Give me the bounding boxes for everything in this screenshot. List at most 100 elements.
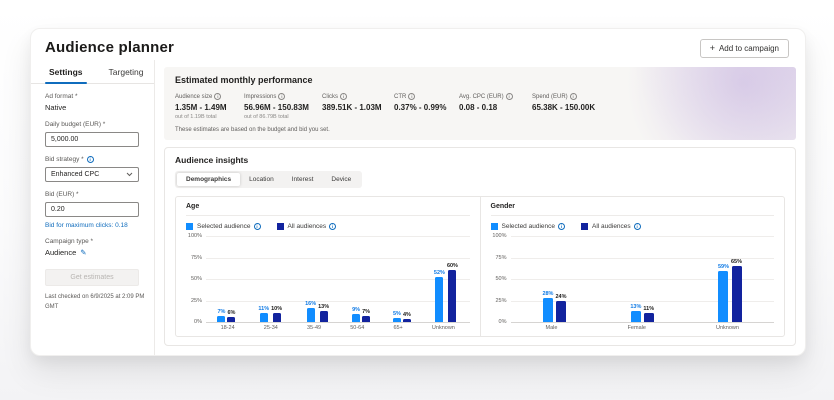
bid-strategy-label: Bid strategy * i (45, 156, 154, 163)
bid-label: Bid (EUR) * (45, 191, 154, 198)
y-tick: 25% (191, 298, 202, 304)
bar-value-label: 7% (362, 309, 370, 315)
info-icon[interactable]: i (87, 156, 94, 163)
legend-swatch-icon (277, 223, 284, 230)
insights-tabbar: Demographics Location Interest Device (175, 171, 362, 188)
y-axis: 100%75%50%25%0% (186, 236, 206, 322)
bar (362, 316, 370, 322)
bar (393, 318, 401, 322)
tab-device[interactable]: Device (322, 173, 360, 186)
daily-budget-input[interactable]: 5,000.00 (45, 132, 139, 147)
legend-swatch-icon (186, 223, 193, 230)
y-tick: 100% (492, 233, 506, 239)
bar-column: 10% (271, 236, 282, 322)
chart-legend: Selected audienceiAll audiencesi (491, 223, 775, 230)
plot-area: 28%24% 13%11% 59%65% (511, 236, 775, 322)
settings-sidebar: Settings Targeting Ad format * Native Da… (31, 60, 155, 355)
bar-value-label: 9% (352, 307, 360, 313)
bar-value-label: 24% (555, 294, 566, 300)
ad-format-label: Ad format * (45, 93, 154, 100)
bar-group: 52%60% (434, 236, 458, 322)
info-icon[interactable]: i (340, 93, 347, 100)
metric-value: 389.51K - 1.03M (322, 103, 394, 112)
tab-location[interactable]: Location (240, 173, 283, 186)
x-label: 35-49 (307, 325, 321, 331)
bar-group: 16%13% (305, 236, 329, 322)
legend-label: Selected audience (502, 223, 556, 230)
y-tick: 50% (191, 276, 202, 282)
bar-value-label: 13% (630, 304, 641, 310)
info-icon[interactable]: i (278, 93, 285, 100)
bar-group: 9%7% (352, 236, 370, 322)
add-to-campaign-button[interactable]: + Add to campaign (700, 39, 789, 58)
info-icon[interactable]: i (634, 223, 641, 230)
tab-interest[interactable]: Interest (283, 173, 323, 186)
bar (556, 301, 566, 322)
bar (260, 313, 268, 322)
bid-max-clicks-link[interactable]: Bid for maximum clicks: 0.18 (45, 222, 154, 229)
y-tick: 50% (495, 276, 506, 282)
x-label: Male (546, 325, 558, 331)
info-icon[interactable]: i (558, 223, 565, 230)
insights-title: Audience insights (175, 155, 785, 165)
get-estimates-button[interactable]: Get estimates (45, 269, 139, 286)
bid-strategy-select[interactable]: Enhanced CPC (45, 167, 139, 182)
info-icon[interactable]: i (408, 93, 415, 100)
bar-column: 28% (542, 236, 553, 322)
tab-demographics[interactable]: Demographics (177, 173, 240, 186)
bar (227, 317, 235, 322)
bar-value-label: 59% (718, 264, 729, 270)
metric-clicks: Clicksi 389.51K - 1.03M (322, 93, 394, 120)
bid-input[interactable]: 0.20 (45, 202, 139, 217)
legend-label: All audiences (288, 223, 327, 230)
bar (217, 316, 225, 322)
legend-swatch-icon (581, 223, 588, 230)
tab-targeting[interactable]: Targeting (107, 60, 146, 83)
bar-value-label: 28% (542, 291, 553, 297)
metric-label: Audience size (175, 94, 212, 100)
bar (732, 266, 742, 322)
bar-groups: 28%24% 13%11% 59%65% (511, 236, 775, 322)
metric-impressions: Impressionsi 56.96M - 150.83M out of 86.… (244, 93, 322, 120)
bar-column: 11% (643, 236, 654, 322)
metric-label: CTR (394, 94, 406, 100)
bar-value-label: 4% (403, 312, 411, 318)
audience-insights-panel: Audience insights Demographics Location … (164, 147, 796, 346)
plus-icon: + (710, 44, 715, 53)
metric-sub: out of 86.79B total (244, 114, 322, 120)
bar-column: 9% (352, 236, 360, 322)
info-icon[interactable]: i (329, 223, 336, 230)
x-label: 25-34 (264, 325, 278, 331)
bar-column: 24% (555, 236, 566, 322)
edit-pencil-icon[interactable]: ✎ (80, 248, 86, 257)
x-label: Unknown (432, 325, 455, 331)
metric-label: Spend (EUR) (532, 94, 568, 100)
info-icon[interactable]: i (254, 223, 261, 230)
x-label: 50-64 (350, 325, 364, 331)
metric-ctr: CTRi 0.37% - 0.99% (394, 93, 459, 120)
info-icon[interactable]: i (506, 93, 513, 100)
bar (403, 319, 411, 322)
last-checked-text: Last checked on 6/9/2025 at 2:09 PM GMT (45, 293, 147, 312)
bar-column: 4% (403, 236, 411, 322)
bar-value-label: 13% (318, 304, 329, 310)
bar-value-label: 52% (434, 270, 445, 276)
bar-value-label: 65% (731, 259, 742, 265)
metric-label: Impressions (244, 94, 276, 100)
plot-wrap: 100%75%50%25%0% 28%24%13%11%59%65% (491, 236, 775, 322)
bar-group: 5%4% (393, 236, 411, 322)
metric-label: Clicks (322, 94, 338, 100)
chevron-down-icon (126, 172, 133, 177)
bar-group: 11%10% (258, 236, 282, 322)
bar (273, 313, 281, 322)
y-tick: 75% (191, 255, 202, 261)
tab-settings[interactable]: Settings (47, 60, 85, 83)
info-icon[interactable]: i (214, 93, 221, 100)
info-icon[interactable]: i (570, 93, 577, 100)
bar-value-label: 6% (227, 310, 235, 316)
bar-group: 7%6% (217, 236, 235, 322)
age-chart: Age Selected audienceiAll audiencesi 100… (176, 197, 480, 336)
y-tick: 25% (495, 298, 506, 304)
bar (320, 311, 328, 322)
metric-audience-size: Audience sizei 1.35M - 1.49M out of 1.19… (175, 93, 244, 120)
